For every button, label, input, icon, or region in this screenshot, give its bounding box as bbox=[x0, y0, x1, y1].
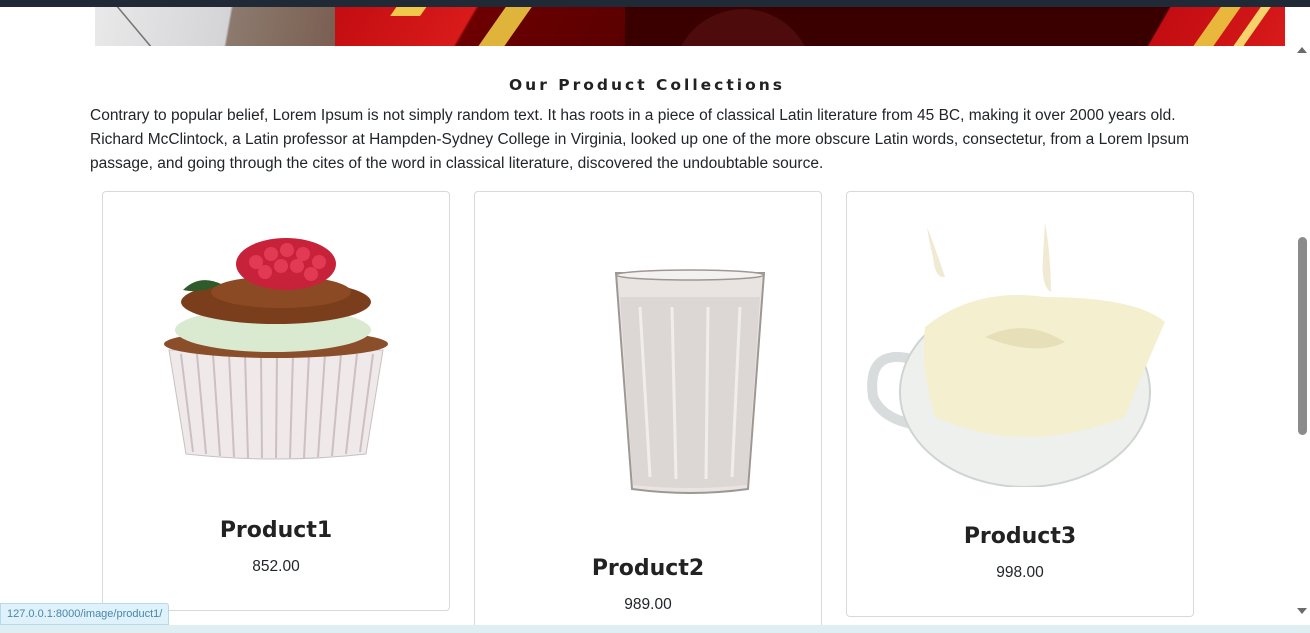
product-name[interactable]: Product1 bbox=[103, 518, 449, 543]
scrollbar-thumb[interactable] bbox=[1298, 237, 1307, 435]
product-card-1[interactable]: Product1 852.00 bbox=[102, 191, 450, 611]
cupcake-image[interactable] bbox=[161, 232, 391, 462]
milk-splash-image[interactable] bbox=[865, 217, 1165, 487]
browser-top-strip bbox=[0, 0, 1310, 7]
scroll-down-arrow-icon[interactable] bbox=[1297, 608, 1307, 614]
product-card-2[interactable]: Product2 989.00 bbox=[474, 191, 822, 633]
intro-paragraph: Contrary to popular belief, Lorem Ipsum … bbox=[90, 107, 1190, 172]
section-title: Our Product Collections bbox=[508, 76, 785, 94]
hero-banner-image bbox=[95, 7, 1285, 46]
product-card-3[interactable]: Product3 998.00 bbox=[846, 191, 1194, 617]
product-name[interactable]: Product3 bbox=[847, 524, 1193, 549]
scroll-up-arrow-icon[interactable] bbox=[1297, 47, 1307, 53]
bottom-edge bbox=[0, 625, 1310, 633]
product-price: 852.00 bbox=[252, 558, 300, 575]
vertical-scrollbar[interactable] bbox=[1294, 44, 1310, 624]
product-name[interactable]: Product2 bbox=[475, 556, 821, 581]
milk-glass-image[interactable] bbox=[610, 267, 770, 497]
product-price: 989.00 bbox=[624, 596, 672, 613]
status-bar-url: 127.0.0.1:8000/image/product1/ bbox=[0, 603, 170, 625]
product-price: 998.00 bbox=[996, 564, 1044, 581]
